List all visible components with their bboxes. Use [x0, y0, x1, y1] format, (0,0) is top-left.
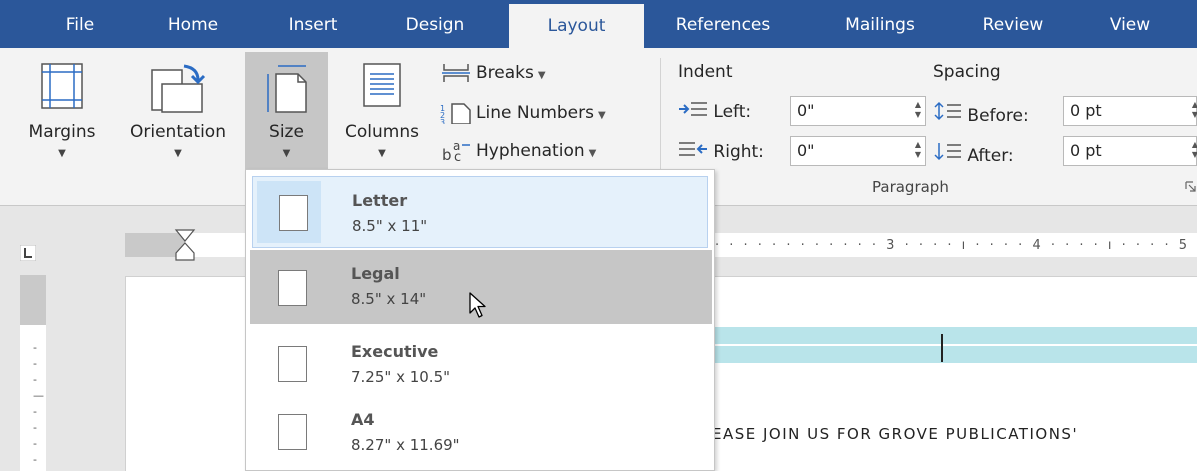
page-thumbnail-icon [278, 270, 307, 306]
indent-left-input[interactable]: 0" ▲ ▼ [790, 96, 926, 126]
columns-button[interactable]: Columns ▼ [330, 52, 434, 174]
indent-left-icon [679, 102, 707, 116]
size-option-name: Letter [352, 191, 408, 210]
indent-left-label: Left: [678, 101, 751, 122]
breaks-label: Breaks [476, 63, 534, 83]
svg-text:b: b [442, 146, 452, 163]
size-button[interactable]: Size ▼ [245, 52, 328, 174]
svg-text:c: c [454, 150, 461, 163]
size-label: Size [269, 122, 304, 142]
svg-text:3: 3 [440, 118, 445, 124]
page-thumbnail-icon [278, 414, 307, 450]
spinner-icon[interactable]: ▲ ▼ [1192, 140, 1197, 160]
margins-label: Margins [28, 122, 96, 142]
spinner-icon[interactable]: ▲ ▼ [915, 100, 921, 120]
orientation-label: Orientation [130, 122, 226, 142]
line-numbers-label: Line Numbers [476, 103, 594, 123]
thumbnail-box [256, 400, 320, 462]
ruler-ticks: · · · · · · · · · · · · 3 · · · · ı · · … [715, 238, 1197, 253]
paragraph-group-label: Paragraph [872, 178, 949, 196]
chevron-down-icon: ▼ [597, 110, 606, 121]
columns-label: Columns [345, 122, 419, 142]
size-option-executive[interactable]: Executive 7.25" x 10.5" [252, 328, 708, 400]
size-option-letter[interactable]: Letter 8.5" x 11" [252, 176, 708, 248]
size-option-dims: 7.25" x 10.5" [351, 368, 451, 386]
document-text: EASE JOIN US FOR GROVE PUBLICATIONS' [712, 425, 1079, 443]
spacing-after-icon [934, 143, 961, 161]
spacing-after-input[interactable]: 0 pt ▲ ▼ [1063, 136, 1197, 166]
chevron-down-icon: ▼ [378, 148, 386, 159]
spacing-before-icon [934, 101, 961, 121]
thumbnail-box [256, 256, 320, 318]
orientation-icon [151, 64, 206, 113]
indent-marker-icon[interactable] [174, 228, 196, 262]
line-numbers-icon: 1 2 3 [440, 103, 471, 124]
hyphenation-icon: b a c [442, 139, 470, 163]
size-option-dims: 8.5" x 14" [351, 290, 427, 308]
ribbon-tab-bar: File Home Insert Design Layout Reference… [0, 0, 1197, 48]
page-thumbnail-icon [278, 346, 307, 382]
indent-heading: Indent [678, 62, 733, 82]
thumbnail-box [256, 332, 320, 394]
vertical-ruler-margin [20, 275, 46, 325]
tab-stop-selector-icon[interactable] [20, 245, 36, 261]
tab-view[interactable]: View [1080, 0, 1180, 48]
spacing-before-input[interactable]: 0 pt ▲ ▼ [1063, 96, 1197, 126]
spacing-after-label: After: [934, 141, 1014, 166]
breaks-button[interactable]: Breaks ▼ [440, 58, 546, 88]
chevron-down-icon: ▼ [282, 148, 291, 159]
vertical-ruler-ticks: ---—---- [33, 341, 44, 466]
hyphenation-button[interactable]: b a c Hyphenation ▼ [440, 136, 596, 166]
indent-right-icon [679, 142, 707, 156]
tab-review[interactable]: Review [965, 0, 1061, 48]
size-option-name: A4 [351, 410, 375, 429]
tab-references[interactable]: References [658, 0, 788, 48]
page-size-icon [266, 65, 307, 113]
dialog-launcher-icon[interactable] [1185, 181, 1197, 193]
spacing-before-label: Before: [934, 101, 1029, 126]
highlight-separator [712, 344, 1197, 346]
spinner-icon[interactable]: ▲ ▼ [915, 140, 921, 160]
hyphenation-label: Hyphenation [476, 141, 585, 161]
tab-file[interactable]: File [40, 0, 120, 48]
orientation-button[interactable]: Orientation ▼ [116, 52, 240, 174]
margins-icon [41, 63, 83, 109]
indent-right-input[interactable]: 0" ▲ ▼ [790, 136, 926, 166]
thumbnail-box [257, 181, 321, 243]
group-divider [660, 58, 661, 186]
size-dropdown-menu: Letter 8.5" x 11" Legal 8.5" x 14" Execu… [245, 169, 715, 471]
size-option-dims: 8.5" x 11" [352, 217, 428, 235]
tab-layout[interactable]: Layout [509, 4, 644, 48]
text-cursor [941, 334, 943, 362]
chevron-down-icon: ▼ [58, 148, 66, 159]
size-option-a4[interactable]: A4 8.27" x 11.69" [252, 396, 708, 468]
size-option-dims: 8.27" x 11.69" [351, 436, 460, 454]
tab-mailings[interactable]: Mailings [826, 0, 934, 48]
page-thumbnail-icon [279, 195, 308, 231]
tab-home[interactable]: Home [148, 0, 238, 48]
size-option-name: Legal [351, 264, 400, 283]
breaks-icon [442, 64, 470, 82]
size-option-name: Executive [351, 342, 439, 361]
chevron-down-icon: ▼ [537, 70, 546, 81]
tab-design[interactable]: Design [385, 0, 485, 48]
spacing-heading: Spacing [933, 62, 1001, 82]
spinner-icon[interactable]: ▲ ▼ [1192, 100, 1197, 120]
chevron-down-icon: ▼ [174, 148, 182, 159]
line-numbers-button[interactable]: 1 2 3 Line Numbers ▼ [440, 98, 606, 128]
tab-insert[interactable]: Insert [268, 0, 358, 48]
mouse-pointer-icon [469, 292, 486, 318]
columns-icon [363, 63, 401, 107]
indent-right-label: Right: [678, 141, 764, 162]
margins-button[interactable]: Margins ▼ [8, 52, 116, 174]
chevron-down-icon: ▼ [588, 148, 597, 159]
